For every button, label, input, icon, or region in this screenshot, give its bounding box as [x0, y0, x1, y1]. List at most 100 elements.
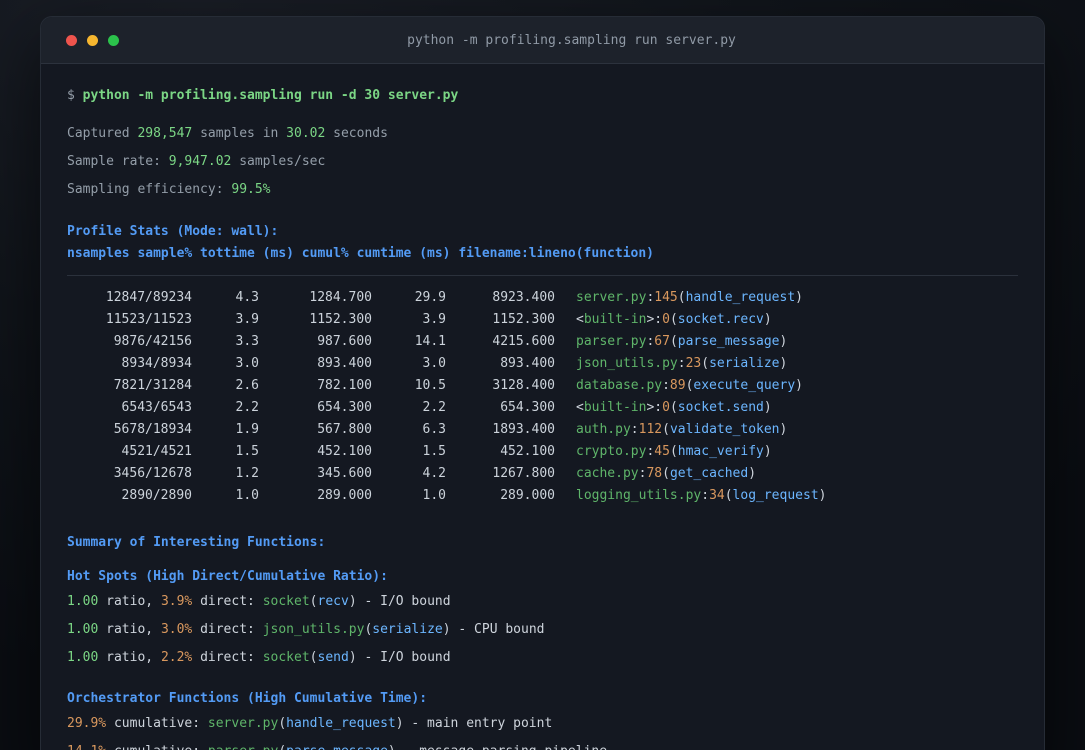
- text-segment: json_utils.py: [576, 356, 678, 371]
- function-location: parser.py:67(parse_message): [555, 331, 787, 353]
- text-segment: python -m profiling.sampling run -d 30 s…: [82, 88, 459, 103]
- function-location: server.py:145(handle_request): [555, 287, 803, 309]
- text-segment: - message parsing pipeline: [396, 744, 608, 750]
- summary-title: Summary of Interesting Functions:: [67, 535, 326, 550]
- table-row: 11523/11523 3.9 1152.300 3.9 1152.300 <b…: [67, 309, 1018, 331]
- cumul-pct-value: 10.5: [414, 378, 446, 393]
- text-segment: <: [576, 312, 584, 327]
- text-segment: ): [779, 356, 788, 371]
- function-location: auth.py:112(validate_token): [555, 419, 787, 441]
- text-segment: - CPU bound: [450, 622, 545, 637]
- text-segment: 0: [662, 312, 670, 327]
- text-segment: (: [701, 356, 710, 371]
- text-segment: socket.recv: [677, 312, 764, 327]
- function-location: crypto.py:45(hmac_verify): [555, 441, 772, 463]
- tottime-value: 987.600: [317, 334, 372, 349]
- text-segment: Sample rate:: [67, 154, 169, 169]
- text-segment: socket: [262, 650, 310, 665]
- close-button[interactable]: [66, 34, 77, 46]
- minimize-button[interactable]: [87, 34, 98, 46]
- text-segment: - I/O bound: [356, 594, 451, 609]
- text-segment: - main entry point: [403, 716, 553, 731]
- tottime-value: 1284.700: [309, 290, 372, 305]
- text-segment: ): [795, 290, 803, 305]
- cumtime-value: 452.100: [500, 444, 555, 459]
- nsamples-value: 5678/18934: [113, 422, 192, 437]
- hot-spots-title: Hot Spots (High Direct/Cumulative Ratio)…: [67, 569, 388, 584]
- text-segment: validate_token: [669, 422, 780, 437]
- text-segment: samples/sec: [231, 154, 326, 169]
- cumul-pct-value: 14.1: [414, 334, 446, 349]
- orchestrator-line: 29.9% cumulative: server.py(handle_reque…: [67, 713, 1018, 735]
- text-segment: (: [669, 312, 678, 327]
- sample-pct-value: 1.2: [235, 466, 259, 481]
- text-segment: log_request: [732, 488, 819, 503]
- orchestrator-list: 29.9% cumulative: server.py(handle_reque…: [67, 713, 1018, 750]
- tottime-value: 1152.300: [309, 312, 372, 327]
- cumtime-value: 1893.400: [492, 422, 555, 437]
- sample-pct-value: 1.0: [235, 488, 259, 503]
- text-segment: 1.00: [67, 594, 99, 609]
- text-segment: 29.9%: [67, 716, 107, 731]
- command-line: $ python -m profiling.sampling run -d 30…: [67, 85, 1018, 107]
- table-row: 2890/2890 1.0 289.000 1.0 289.000 loggin…: [67, 485, 1018, 507]
- text-segment: parse_message: [677, 334, 780, 349]
- text-segment: ): [763, 400, 772, 415]
- text-segment: 298,547: [137, 126, 193, 141]
- terminal-window: python -m profiling.sampling run server.…: [40, 16, 1045, 750]
- text-segment: :: [654, 312, 663, 327]
- text-segment: 9,947.02: [168, 154, 232, 169]
- text-segment: ): [442, 622, 451, 637]
- tottime-value: 345.600: [317, 466, 372, 481]
- text-segment: get_cached: [669, 466, 749, 481]
- text-segment: :: [701, 488, 710, 503]
- text-segment: ): [779, 334, 788, 349]
- table-row: 6543/6543 2.2 654.300 2.2 654.300 <built…: [67, 397, 1018, 419]
- text-segment: (: [278, 716, 287, 731]
- sample-pct-value: 3.0: [235, 356, 259, 371]
- text-segment: recv: [317, 594, 349, 609]
- text-segment: ratio,: [98, 650, 161, 665]
- text-segment: ): [779, 422, 788, 437]
- text-segment: 89: [669, 378, 686, 393]
- traffic-lights: [66, 34, 119, 46]
- nsamples-value: 9876/42156: [113, 334, 192, 349]
- text-segment: execute_query: [693, 378, 796, 393]
- text-segment: 23: [685, 356, 702, 371]
- tottime-value: 654.300: [317, 400, 372, 415]
- table-row: 4521/4521 1.5 452.100 1.5 452.100 crypto…: [67, 441, 1018, 463]
- cumul-pct-value: 29.9: [414, 290, 446, 305]
- table-row: 8934/8934 3.0 893.400 3.0 893.400 json_u…: [67, 353, 1018, 375]
- cumul-pct-value: 1.0: [422, 488, 446, 503]
- cumtime-value: 289.000: [500, 488, 555, 503]
- tottime-value: 782.100: [317, 378, 372, 393]
- text-segment: (: [669, 334, 678, 349]
- text-segment: ratio,: [98, 594, 161, 609]
- text-segment: socket: [262, 594, 310, 609]
- cumtime-value: 8923.400: [492, 290, 555, 305]
- hot-spot-line: 1.00 ratio, 2.2% direct: socket(send) - …: [67, 647, 1018, 669]
- text-segment: serialize: [372, 622, 443, 637]
- cumul-pct-value: 2.2: [422, 400, 446, 415]
- sample-pct-value: 3.9: [235, 312, 259, 327]
- text-segment: 145: [654, 290, 678, 305]
- text-segment: (: [309, 650, 318, 665]
- terminal-titlebar[interactable]: python -m profiling.sampling run server.…: [41, 17, 1044, 64]
- hot-spots-list: 1.00 ratio, 3.9% direct: socket(recv) - …: [67, 591, 1018, 669]
- text-segment: (: [662, 466, 670, 481]
- function-location: database.py:89(execute_query): [555, 375, 803, 397]
- cumul-pct-value: 6.3: [422, 422, 446, 437]
- cumtime-value: 1267.800: [492, 466, 555, 481]
- text-segment: cumulative:: [106, 716, 208, 731]
- cumtime-value: 1152.300: [492, 312, 555, 327]
- text-segment: (: [662, 422, 670, 437]
- text-segment: direct:: [192, 622, 263, 637]
- maximize-button[interactable]: [108, 34, 119, 46]
- text-segment: auth.py: [576, 422, 631, 437]
- text-segment: ): [395, 716, 404, 731]
- text-segment: ): [763, 444, 772, 459]
- text-segment: built-in: [583, 312, 647, 327]
- cumtime-value: 893.400: [500, 356, 555, 371]
- text-segment: (: [278, 744, 286, 750]
- sample-pct-value: 2.6: [235, 378, 259, 393]
